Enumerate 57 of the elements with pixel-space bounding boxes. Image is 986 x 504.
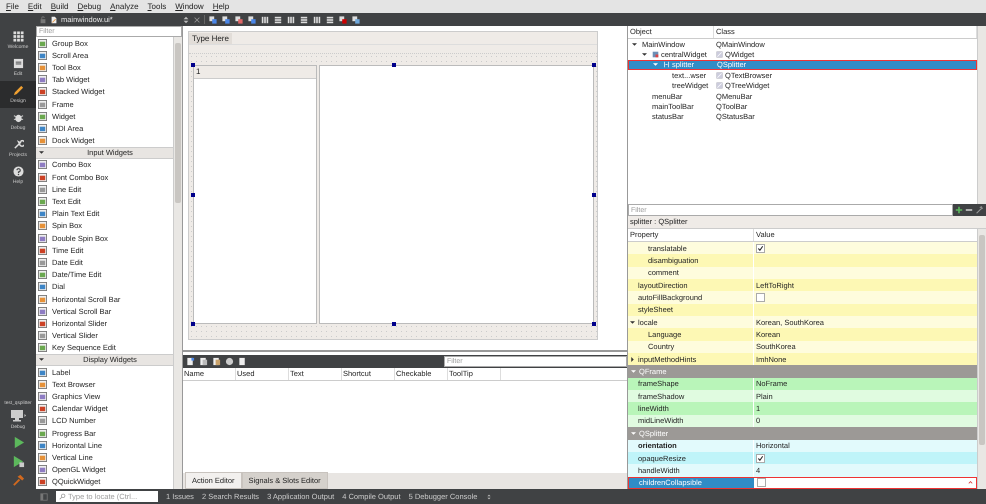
menu-placeholder[interactable]: Type Here bbox=[189, 32, 232, 44]
paste-icon[interactable] bbox=[212, 357, 221, 366]
copy-icon[interactable] bbox=[199, 357, 208, 366]
menu-item[interactable]: Build bbox=[50, 2, 68, 11]
resize-handle[interactable] bbox=[392, 322, 396, 326]
debug-run-icon[interactable] bbox=[12, 455, 24, 468]
resize-handle[interactable] bbox=[392, 63, 396, 67]
lock-icon bbox=[39, 16, 47, 24]
splitter-icon bbox=[663, 61, 670, 68]
column-header: 1 bbox=[194, 66, 316, 79]
remove-icon[interactable] bbox=[965, 206, 973, 214]
resize-handle[interactable] bbox=[191, 192, 195, 196]
pencil-icon bbox=[12, 85, 24, 96]
search-icon bbox=[59, 493, 66, 500]
checkbox[interactable] bbox=[757, 478, 766, 488]
checkbox[interactable] bbox=[756, 454, 765, 463]
grid-icon bbox=[12, 31, 24, 42]
sidebar-toggle-icon[interactable] bbox=[40, 492, 48, 500]
new-action-icon[interactable] bbox=[186, 357, 195, 366]
caret-icon[interactable] bbox=[630, 356, 635, 362]
wrench-icon[interactable] bbox=[975, 206, 983, 214]
document-icon bbox=[12, 58, 24, 69]
up-down-icon[interactable] bbox=[182, 16, 190, 24]
widget-class-icon bbox=[716, 51, 723, 58]
tree-widget[interactable]: 1 bbox=[193, 65, 317, 324]
menu-item[interactable]: Window bbox=[175, 2, 204, 11]
resize-handle[interactable] bbox=[592, 322, 596, 326]
widget-class-icon bbox=[716, 72, 723, 79]
scrollbar[interactable] bbox=[173, 37, 182, 489]
caret-icon[interactable] bbox=[642, 52, 647, 58]
widget-class-icon bbox=[716, 82, 723, 90]
reset-icon[interactable] bbox=[967, 479, 974, 486]
document-icon bbox=[50, 16, 58, 24]
menu-item[interactable]: Help bbox=[212, 2, 230, 11]
monitor-icon[interactable] bbox=[10, 409, 26, 422]
caret-icon[interactable] bbox=[630, 320, 635, 325]
menu-item[interactable]: Analyze bbox=[110, 2, 139, 11]
widget-icon bbox=[652, 51, 659, 58]
scrollbar[interactable] bbox=[977, 229, 986, 489]
resize-handle[interactable] bbox=[592, 192, 596, 196]
menu-item[interactable]: Tools bbox=[148, 2, 166, 11]
add-icon[interactable] bbox=[955, 206, 963, 214]
bug-icon bbox=[12, 112, 24, 123]
checkbox[interactable] bbox=[756, 244, 765, 253]
close-icon[interactable] bbox=[193, 16, 201, 24]
help-icon bbox=[12, 166, 24, 177]
scrollbar[interactable] bbox=[977, 26, 986, 204]
menu-item[interactable]: Edit bbox=[28, 2, 42, 11]
menu-item[interactable]: File bbox=[6, 2, 19, 11]
checkbox[interactable] bbox=[756, 293, 765, 302]
wrench-icon bbox=[12, 139, 24, 150]
hammer-icon[interactable] bbox=[12, 474, 24, 487]
resize-handle[interactable] bbox=[191, 322, 195, 326]
menu-item[interactable]: Debug bbox=[78, 2, 102, 11]
caret-icon[interactable] bbox=[632, 42, 637, 47]
resize-handle[interactable] bbox=[592, 63, 596, 67]
resize-handle[interactable] bbox=[191, 63, 195, 67]
